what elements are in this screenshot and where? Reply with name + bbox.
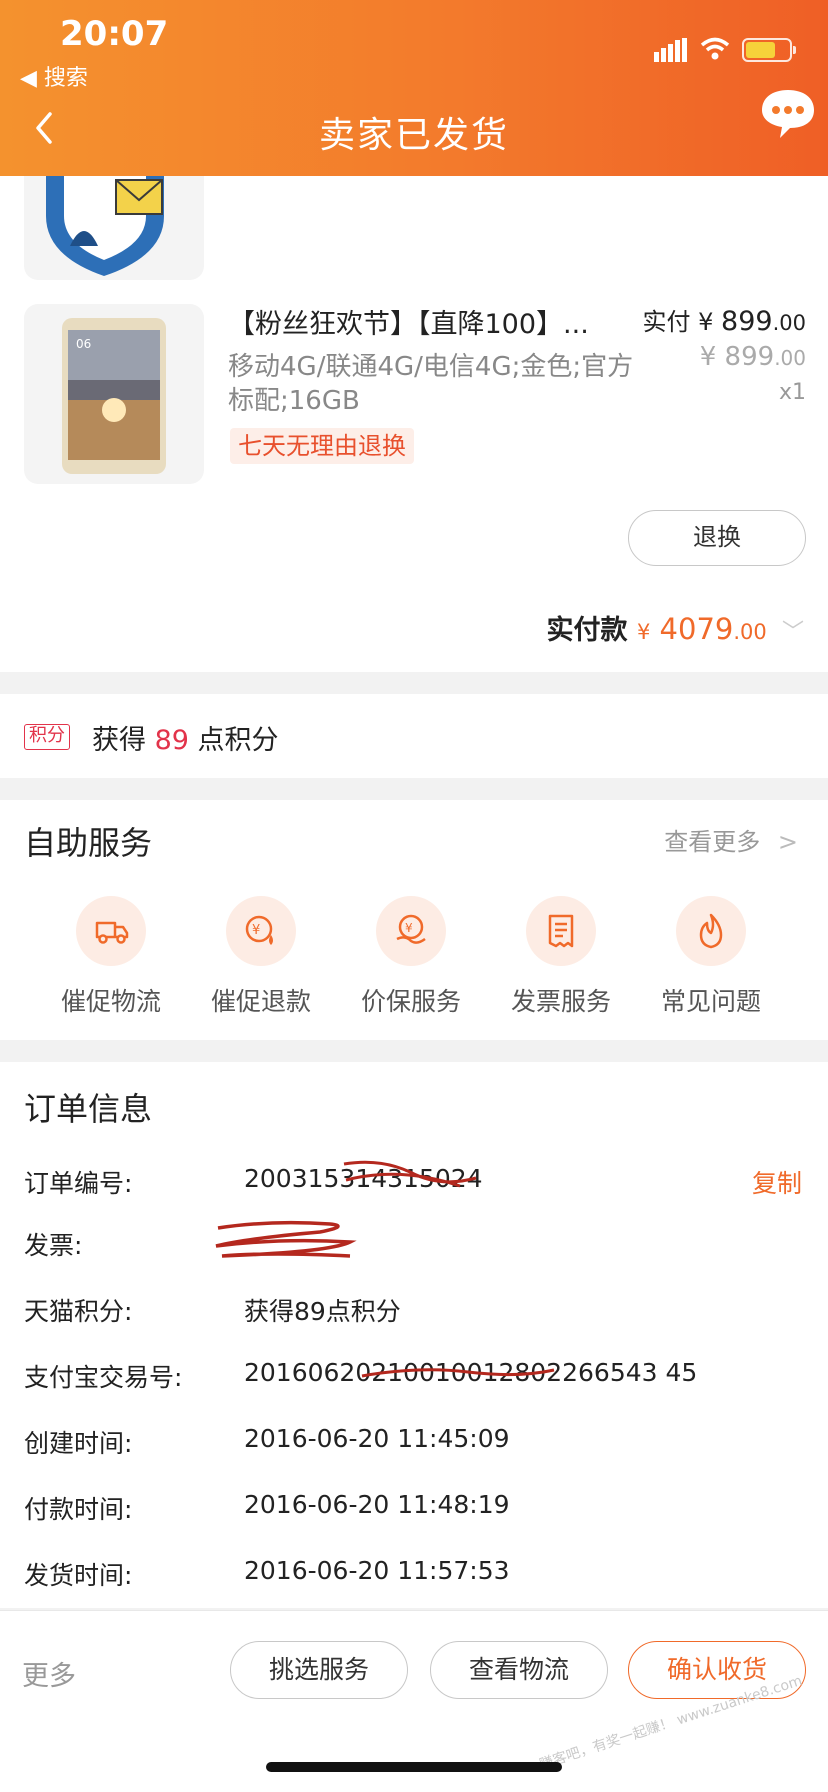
- paid-price-int: 899: [721, 306, 773, 337]
- paid-time-label: 付款时间:: [24, 1495, 133, 1524]
- total-amount-dec: .00: [733, 620, 767, 644]
- self-service-title: 自助服务: [24, 824, 153, 862]
- points-value: 89: [154, 725, 189, 756]
- redaction-scribble: [215, 1220, 357, 1258]
- service-urge-refund[interactable]: ¥ 催促退款: [186, 896, 336, 1018]
- paid-label: 实付: [642, 308, 691, 336]
- points-suffix: 点积分: [197, 725, 279, 756]
- invoice-icon: [526, 896, 596, 966]
- order-info-title: 订单信息: [24, 1090, 153, 1128]
- return-policy-tag: 七天无理由退换: [230, 428, 414, 464]
- chat-bubble-icon[interactable]: [760, 86, 816, 142]
- currency-symbol: ¥: [699, 342, 717, 372]
- view-logistics-button[interactable]: 查看物流: [430, 1641, 608, 1699]
- page-title: 卖家已发货: [318, 115, 509, 156]
- created-time-label: 创建时间:: [24, 1429, 133, 1458]
- wifi-icon: [700, 37, 730, 60]
- shipped-time-label: 发货时间:: [24, 1561, 133, 1590]
- original-price-dec: .00: [774, 346, 806, 370]
- product-title[interactable]: 【粉丝狂欢节】【直降100】...: [228, 302, 628, 341]
- paid-price-dec: .00: [772, 311, 806, 335]
- copy-order-number-button[interactable]: 复制: [752, 1164, 802, 1200]
- service-price-protect[interactable]: ¥ 价保服务: [336, 896, 486, 1018]
- total-label: 实付款: [546, 615, 628, 646]
- truck-icon: [76, 896, 146, 966]
- product-spec: 移动4G/联通4G/电信4G;金色;官方标配;16GB: [228, 352, 634, 416]
- paid-time-value: 2016-06-20 11:48:19: [244, 1490, 510, 1519]
- chevron-down-icon[interactable]: ﹀: [782, 620, 804, 645]
- tmall-points-label: 天猫积分:: [24, 1297, 133, 1326]
- order-total[interactable]: 实付款 ¥ 4079.00 ﹀: [547, 608, 804, 647]
- invoice-label: 发票:: [24, 1231, 83, 1260]
- quantity: x1: [778, 380, 806, 405]
- currency-symbol: ¥: [698, 308, 714, 336]
- service-label: 价保服务: [360, 987, 461, 1016]
- service-label: 常见问题: [660, 987, 761, 1016]
- refund-icon: ¥: [226, 896, 296, 966]
- points-badge: 积分: [24, 724, 70, 750]
- total-amount-int: 4079: [659, 612, 734, 646]
- points-text: 获得 89 点积分: [92, 718, 279, 757]
- more-button[interactable]: 更多: [22, 1654, 76, 1693]
- service-label: 发票服务: [510, 987, 611, 1016]
- service-urge-logistics[interactable]: 催促物流: [36, 896, 186, 1018]
- order-info-card: [0, 1062, 828, 1608]
- battery-icon: [742, 38, 796, 62]
- points-prefix: 获得: [92, 725, 146, 756]
- cellular-signal-icon: [654, 38, 687, 62]
- svg-text:¥: ¥: [405, 921, 413, 935]
- tmall-points-value: 获得89点积分: [244, 1297, 401, 1326]
- view-more-label: 查看更多: [664, 828, 761, 856]
- created-time-value: 2016-06-20 11:45:09: [244, 1424, 510, 1453]
- original-price: ¥ 899.00: [700, 342, 806, 372]
- service-invoice[interactable]: 发票服务: [486, 896, 636, 1018]
- back-to-search-link[interactable]: ◀ 搜索: [20, 60, 88, 92]
- shipped-time-value: 2016-06-20 11:57:53: [244, 1556, 510, 1585]
- alipay-trade-no-label: 支付宝交易号:: [24, 1363, 183, 1392]
- original-price-int: 899: [724, 342, 775, 372]
- fire-icon: [676, 896, 746, 966]
- view-more-link[interactable]: 查看更多 >: [664, 822, 798, 857]
- return-exchange-button[interactable]: 退换: [628, 510, 806, 566]
- total-currency: ¥: [636, 620, 651, 644]
- redaction-scribble: [361, 1368, 555, 1378]
- svg-text:06: 06: [76, 337, 91, 351]
- price-protect-icon: ¥: [376, 896, 446, 966]
- status-time: 20:07: [60, 14, 169, 54]
- product-thumbnail[interactable]: 06: [24, 304, 204, 484]
- select-service-button[interactable]: 挑选服务: [230, 1641, 408, 1699]
- chevron-right-icon: >: [777, 828, 798, 856]
- paid-price: 实付 ¥ 899.00: [642, 302, 806, 337]
- previous-product-thumbnail[interactable]: [24, 176, 204, 280]
- order-number-label: 订单编号:: [24, 1169, 133, 1198]
- service-label: 催促退款: [210, 987, 311, 1016]
- header-bar: 20:07 ◀ 搜索 卖家已发货: [0, 0, 828, 176]
- service-label: 催促物流: [60, 987, 161, 1016]
- home-indicator[interactable]: [266, 1762, 562, 1772]
- svg-text:¥: ¥: [252, 923, 260, 938]
- service-faq[interactable]: 常见问题: [636, 896, 786, 1018]
- redaction-scribble: [343, 1160, 477, 1188]
